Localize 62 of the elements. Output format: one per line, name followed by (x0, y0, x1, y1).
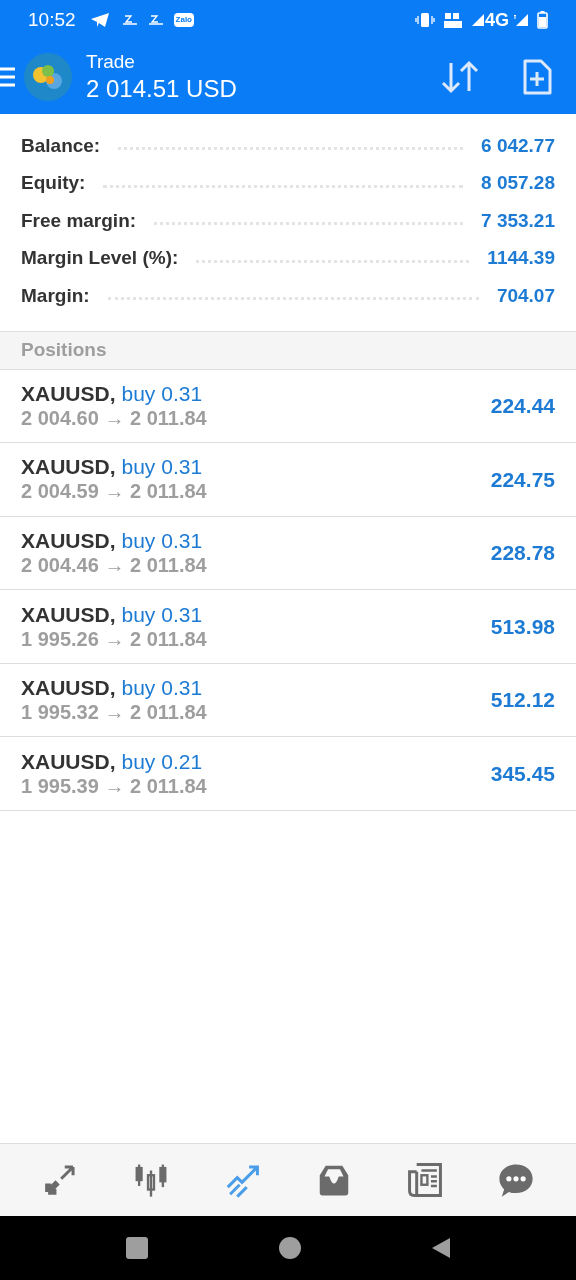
symbol-label: XAUUSD, (21, 528, 116, 553)
status-time: 10:52 (28, 7, 76, 32)
summary-label: Margin: (21, 283, 90, 308)
order-type: buy 0.31 (121, 601, 203, 627)
recents-icon[interactable] (125, 1237, 148, 1259)
new-order-icon[interactable] (522, 59, 552, 95)
price-range: 2 004.46 → 2 011.84 (21, 553, 208, 578)
notification-icon (147, 15, 164, 25)
notification-icon (121, 15, 138, 25)
summary-label: Free margin: (21, 208, 137, 233)
back-icon[interactable] (432, 1238, 451, 1258)
profit-value: 512.12 (490, 687, 555, 714)
price-range: 1 995.32 → 2 011.84 (21, 700, 208, 726)
profit-value: 228.78 (490, 540, 555, 567)
profit-value: 345.45 (490, 761, 555, 787)
signal-icon (471, 13, 485, 27)
app-badge: Zalo (173, 13, 194, 27)
price-range: 2 004.59 → 2 011.84 (21, 479, 208, 505)
network-type: 4G (485, 8, 509, 32)
order-type: buy 0.31 (121, 675, 203, 701)
symbol-label: XAUUSD, (21, 748, 116, 774)
profit-value: 224.44 (490, 393, 555, 420)
account-balance: 2 014.51 USD (86, 74, 237, 104)
summary-label: Balance: (21, 133, 101, 158)
summary-value: 1144.39 (487, 246, 555, 270)
price-range: 2 004.60 → 2 011.84 (21, 405, 208, 431)
volte-icon (443, 11, 463, 29)
telegram-icon (89, 12, 110, 28)
summary-value: 7 353.21 (481, 208, 555, 233)
position-row[interactable]: XAUUSD, buy 0.31 2 004.59 → 2 011.84 224.75 (0, 443, 576, 517)
vibrate-icon (415, 12, 435, 28)
position-row[interactable]: XAUUSD, buy 0.31 1 995.32 → 2 011.84 512.12 (0, 663, 576, 738)
summary-value: 704.07 (496, 283, 555, 308)
symbol-label: XAUUSD, (21, 675, 116, 701)
position-row[interactable]: XAUUSD, buy 0.31 1 995.26 → 2 011.84 513.98 (0, 590, 576, 664)
sort-icon[interactable] (440, 60, 480, 94)
profit-value: 513.98 (490, 613, 555, 640)
position-row[interactable]: XAUUSD, buy 0.21 1 995.39 → 2 011.84 345.45 (0, 737, 576, 812)
order-type: buy 0.31 (121, 454, 203, 480)
order-type: buy 0.31 (121, 528, 203, 553)
battery-icon (537, 11, 548, 29)
section-heading: Positions (21, 337, 107, 362)
summary-value: 8 057.28 (481, 171, 555, 195)
order-type: buy 0.21 (121, 748, 203, 774)
menu-icon[interactable] (0, 67, 16, 87)
profit-value: 224.75 (490, 466, 555, 493)
screen-title: Trade (86, 50, 136, 74)
summary-label: Equity: (21, 171, 86, 195)
position-row[interactable]: XAUUSD, buy 0.31 2 004.60 → 2 011.84 224.44 (0, 369, 576, 444)
signal-icon (513, 13, 529, 27)
position-row[interactable]: XAUUSD, buy 0.31 2 004.46 → 2 011.84 228.78 (0, 516, 576, 591)
price-range: 1 995.39 → 2 011.84 (21, 773, 208, 799)
symbol-label: XAUUSD, (21, 601, 116, 627)
summary-label: Margin Level (%): (21, 246, 179, 270)
symbol-label: XAUUSD, (21, 454, 116, 480)
symbol-label: XAUUSD, (21, 380, 116, 406)
price-range: 1 995.26 → 2 011.84 (21, 626, 208, 652)
home-icon[interactable] (279, 1237, 301, 1259)
newspaper-icon (405, 1161, 444, 1199)
order-type: buy 0.31 (121, 380, 203, 406)
summary-value: 6 042.77 (481, 133, 555, 158)
app-logo-icon (24, 53, 72, 101)
